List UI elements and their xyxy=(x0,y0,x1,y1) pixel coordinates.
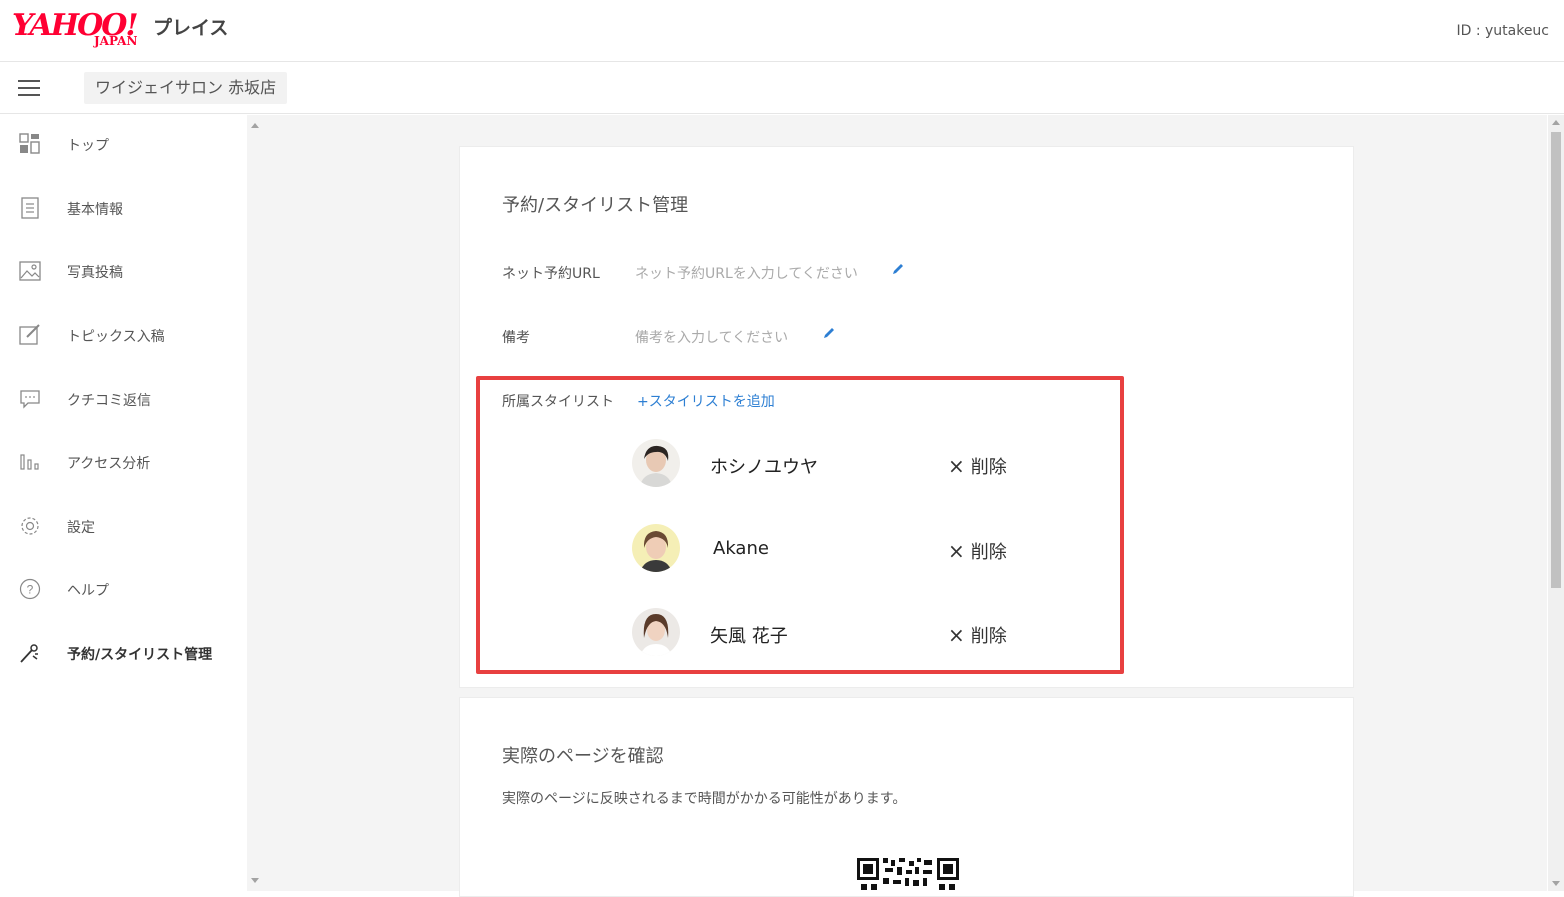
sidebar-item-settings[interactable]: 設定 xyxy=(0,505,247,549)
edit-net-url-icon[interactable] xyxy=(891,262,905,276)
sub-bar: ワイジェイサロン 赤坂店 xyxy=(0,62,1564,114)
hamburger-menu-icon[interactable] xyxy=(18,78,40,98)
left-scrollbar[interactable] xyxy=(248,118,260,888)
sidebar-item-label: クチコミ返信 xyxy=(67,393,151,409)
sidebar-item-reservation-stylist[interactable]: 予約/スタイリスト管理 xyxy=(0,632,247,676)
sidebar-item-topics[interactable]: トピックス入稿 xyxy=(0,314,247,358)
preview-page-card: 実際のページを確認 実際のページに反映されるまで時間がかかる可能性があります。 xyxy=(459,697,1354,897)
net-url-label: ネット予約URL xyxy=(502,266,600,282)
image-icon xyxy=(19,261,41,281)
sidebar-item-label: 予約/スタイリスト管理 xyxy=(67,647,213,663)
sidebar-item-reviews[interactable]: クチコミ返信 xyxy=(0,378,247,422)
sidebar-item-analytics[interactable]: アクセス分析 xyxy=(0,441,247,485)
preview-card-description: 実際のページに反映されるまで時間がかかる可能性があります。 xyxy=(502,791,907,807)
sidebar-item-help[interactable]: ? ヘルプ xyxy=(0,568,247,612)
right-scrollbar[interactable] xyxy=(1548,115,1564,891)
sidebar-item-label: 写真投稿 xyxy=(67,265,123,281)
dashboard-icon xyxy=(19,133,40,154)
chat-icon xyxy=(20,390,40,409)
preview-card-title: 実際のページを確認 xyxy=(502,746,664,767)
yahoo-place-logo[interactable]: YAHOO! JAPAN プレイス xyxy=(12,8,242,50)
sidebar-item-label: アクセス分析 xyxy=(67,456,151,472)
edit-icon xyxy=(19,324,40,345)
notes-label: 備考 xyxy=(502,330,530,346)
logo-japan-text: JAPAN xyxy=(94,34,138,48)
sidebar-item-photos[interactable]: 写真投稿 xyxy=(0,250,247,294)
help-icon: ? xyxy=(19,578,41,600)
user-id: ID : yutakeuc xyxy=(1456,23,1549,39)
sidebar-item-top[interactable]: トップ xyxy=(0,123,247,167)
svg-text:?: ? xyxy=(27,583,34,597)
sidebar-item-label: 基本情報 xyxy=(67,202,123,218)
store-name-badge[interactable]: ワイジェイサロン 赤坂店 xyxy=(84,72,288,104)
sidebar-item-basic-info[interactable]: 基本情報 xyxy=(0,187,247,231)
net-url-input[interactable]: ネット予約URLを入力してください xyxy=(635,263,858,283)
sidebar-item-label: トピックス入稿 xyxy=(67,329,165,345)
stylist-highlight-box xyxy=(476,376,1124,674)
qr-code-icon xyxy=(857,858,959,890)
notes-input[interactable]: 備考を入力してください xyxy=(635,327,788,347)
sidebar-item-label: トップ xyxy=(67,138,109,154)
card-title: 予約/スタイリスト管理 xyxy=(502,195,689,216)
sidebar: トップ 基本情報 写真投稿 トピックス入稿 クチコミ返信 アクセス分析 設定 ?… xyxy=(0,115,247,891)
scissors-icon xyxy=(20,644,38,663)
scrollbar-thumb[interactable] xyxy=(1551,132,1561,588)
sidebar-item-label: ヘルプ xyxy=(67,583,109,599)
document-icon xyxy=(21,197,39,219)
gear-icon xyxy=(21,517,39,535)
bar-chart-icon xyxy=(20,454,39,470)
sidebar-item-label: 設定 xyxy=(67,520,95,536)
top-bar: YAHOO! JAPAN プレイス ID : yutakeuc xyxy=(0,0,1564,62)
logo-place-text: プレイス xyxy=(153,17,229,39)
edit-notes-icon[interactable] xyxy=(822,326,836,340)
